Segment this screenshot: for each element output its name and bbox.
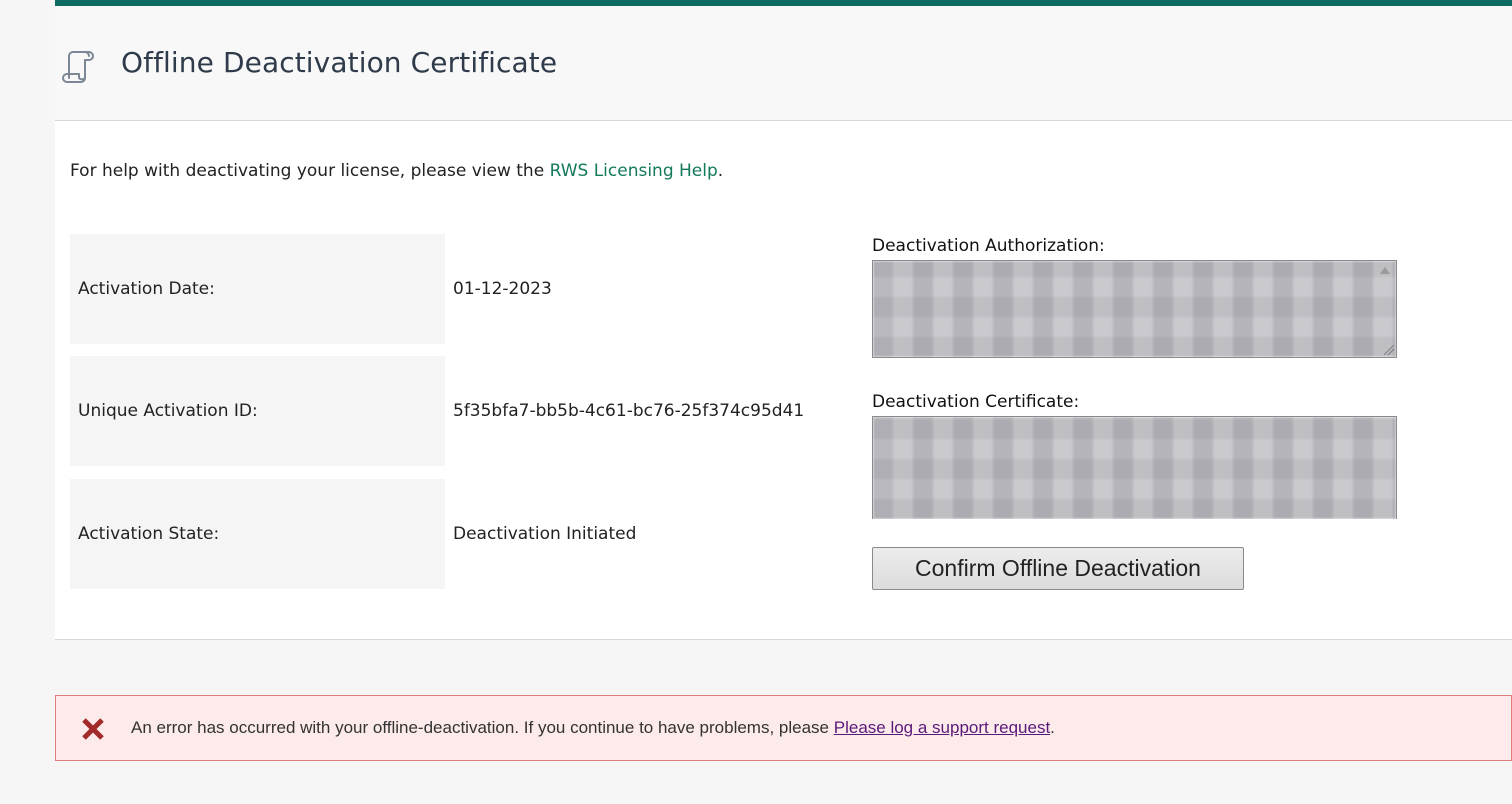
- error-alert: An error has occurred with your offline-…: [55, 695, 1512, 761]
- redacted-content: [873, 261, 1396, 357]
- deactivation-authorization-textarea[interactable]: [872, 260, 1397, 358]
- page-header: Offline Deactivation Certificate: [55, 6, 1512, 121]
- activation-id-value: 5f35bfa7-bb5b-4c61-bc76-25f374c95d41: [453, 401, 805, 421]
- redacted-content: [873, 417, 1396, 519]
- main-content: For help with deactivating your license,…: [55, 121, 1512, 640]
- activation-id-label: Unique Activation ID:: [78, 401, 258, 421]
- help-suffix: .: [717, 161, 724, 181]
- licensing-help-link[interactable]: RWS Licensing Help: [550, 161, 718, 181]
- error-message-text: An error has occurred with your offline-…: [131, 718, 834, 737]
- activation-date-row: Activation Date: 01-12-2023: [70, 234, 850, 344]
- resize-grip-icon[interactable]: [1384, 345, 1394, 355]
- error-message: An error has occurred with your offline-…: [131, 696, 1055, 760]
- scroll-icon: [59, 48, 97, 86]
- scroll-up-arrow-icon[interactable]: [1380, 267, 1390, 274]
- error-x-icon: [81, 717, 105, 741]
- activation-date-value: 01-12-2023: [453, 279, 552, 299]
- activation-state-row: Activation State: Deactivation Initiated: [70, 479, 850, 589]
- deactivation-certificate-label: Deactivation Certificate:: [872, 392, 1080, 412]
- page: Offline Deactivation Certificate For hel…: [0, 0, 1512, 804]
- deactivation-certificate-textarea[interactable]: [872, 416, 1397, 519]
- activation-id-row: Unique Activation ID: 5f35bfa7-bb5b-4c61…: [70, 356, 850, 466]
- help-prefix: For help with deactivating your license,…: [70, 161, 550, 181]
- activation-state-value: Deactivation Initiated: [453, 524, 637, 544]
- deactivation-authorization-label: Deactivation Authorization:: [872, 236, 1105, 256]
- support-request-link[interactable]: Please log a support request: [834, 718, 1050, 737]
- error-suffix: .: [1050, 718, 1055, 737]
- help-text: For help with deactivating your license,…: [70, 161, 723, 181]
- page-title: Offline Deactivation Certificate: [121, 46, 558, 79]
- activation-state-label: Activation State:: [78, 524, 220, 544]
- activation-date-label: Activation Date:: [78, 279, 215, 299]
- confirm-offline-deactivation-button[interactable]: Confirm Offline Deactivation: [872, 547, 1244, 590]
